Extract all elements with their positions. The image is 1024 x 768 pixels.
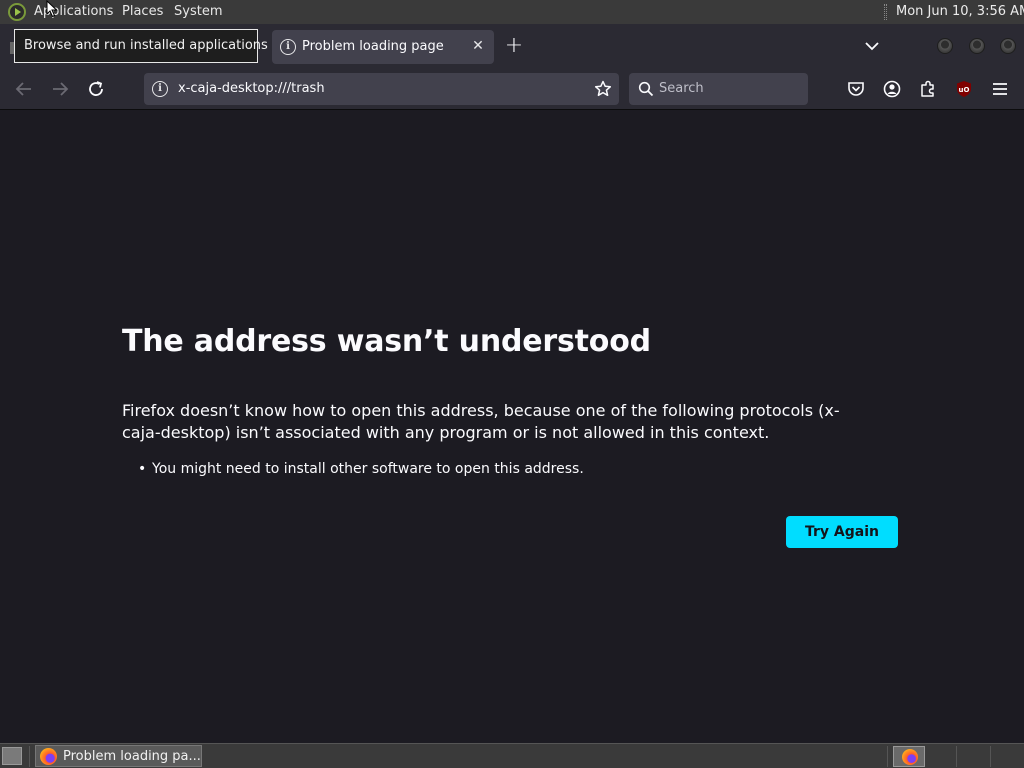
page-content: The address wasn’t understood Firefox do… <box>0 110 1024 743</box>
taskbar-firefox-window[interactable]: Problem loading pa... <box>35 745 202 767</box>
hamburger-menu-icon[interactable] <box>990 79 1010 99</box>
workspace-switcher[interactable] <box>893 746 925 767</box>
url-bar[interactable]: i x-caja-desktop:///trash <box>144 73 619 105</box>
tooltip: Browse and run installed applications <box>14 29 268 63</box>
applications-logo-icon[interactable] <box>8 3 26 21</box>
firefox-icon <box>40 748 57 765</box>
pocket-icon[interactable] <box>846 79 866 99</box>
ublock-origin-icon[interactable]: uO <box>954 79 974 99</box>
try-again-button[interactable]: Try Again <box>786 516 898 548</box>
back-arrow-icon[interactable] <box>12 77 36 101</box>
account-icon[interactable] <box>882 79 902 99</box>
error-description: Firefox doesn’t know how to open this ad… <box>122 401 840 442</box>
taskbar-separator <box>956 746 957 767</box>
extensions-puzzle-icon[interactable] <box>918 79 938 99</box>
top-panel: Applications Places System Mon Jun 10, 3… <box>0 0 1024 24</box>
close-window-button[interactable] <box>1000 38 1016 54</box>
error-suggestion-list: • You might need to install other softwar… <box>138 461 584 477</box>
new-tab-button[interactable]: + <box>504 34 524 58</box>
bullet-icon: • <box>138 461 147 477</box>
taskbar-separator <box>990 746 991 767</box>
show-desktop-icon[interactable] <box>2 747 22 765</box>
chevron-down-icon[interactable] <box>862 36 882 56</box>
error-suggestion-item: You might need to install other software… <box>152 461 584 477</box>
close-tab-icon[interactable]: ✕ <box>470 36 486 56</box>
panel-clock[interactable]: Mon Jun 10, 3:56 AM <box>896 4 1024 19</box>
taskbar-separator <box>29 746 30 767</box>
menu-places[interactable]: Places <box>122 4 163 19</box>
navigation-toolbar: i x-caja-desktop:///trash Search uO <box>0 68 1024 110</box>
panel-separator <box>884 4 887 20</box>
taskbar: Problem loading pa... <box>0 743 1024 768</box>
taskbar-window-label: Problem loading pa... <box>63 749 201 764</box>
url-text[interactable]: x-caja-desktop:///trash <box>178 81 325 96</box>
reload-icon[interactable] <box>84 77 108 101</box>
taskbar-separator <box>887 746 888 767</box>
mouse-cursor-icon <box>46 0 58 18</box>
menu-system[interactable]: System <box>174 4 222 19</box>
minimize-window-button[interactable] <box>937 38 953 54</box>
svg-text:uO: uO <box>959 86 970 94</box>
error-title: The address wasn’t understood <box>122 324 651 359</box>
forward-arrow-icon[interactable] <box>48 77 72 101</box>
bookmark-star-icon[interactable] <box>593 79 613 99</box>
site-info-icon[interactable]: i <box>152 81 168 97</box>
firefox-icon <box>902 749 918 765</box>
search-placeholder: Search <box>659 81 704 96</box>
info-icon: i <box>280 39 296 55</box>
tab-title: Problem loading page <box>302 39 444 54</box>
search-bar[interactable]: Search <box>629 73 808 105</box>
tab-problem-loading-page[interactable]: i Problem loading page ✕ <box>272 30 494 64</box>
search-icon <box>638 81 654 97</box>
maximize-window-button[interactable] <box>969 38 985 54</box>
